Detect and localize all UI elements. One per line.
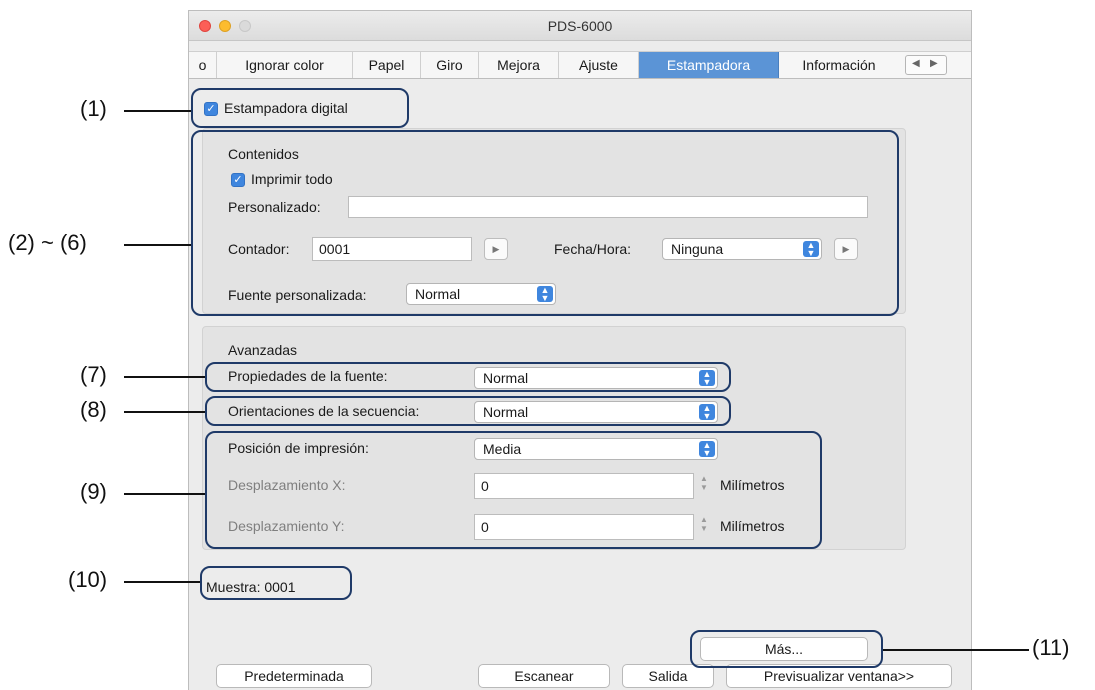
- leader-line-2-6: [124, 244, 191, 246]
- leader-line-9: [124, 493, 205, 495]
- callout-8: [205, 396, 731, 426]
- callout-9: [205, 431, 822, 549]
- annotation-2-6: (2) ~ (6): [8, 230, 87, 255]
- leader-line-11: [883, 649, 1029, 651]
- leader-line-7: [124, 376, 205, 378]
- annotation-8: (8): [80, 397, 107, 422]
- tab-imprinter[interactable]: Estampadora: [639, 52, 779, 78]
- default-button[interactable]: Predeterminada: [216, 664, 372, 688]
- scan-button[interactable]: Escanear: [478, 664, 610, 688]
- title-bar: PDS-6000: [189, 11, 971, 41]
- callout-1: [191, 88, 409, 128]
- callout-2-6: [191, 130, 899, 316]
- annotation-1: (1): [80, 96, 107, 121]
- annotation-7: (7): [80, 362, 107, 387]
- tab-scroll-control: ◀ ▶: [905, 55, 947, 75]
- tab-paper[interactable]: Papel: [353, 52, 421, 78]
- annotation-9: (9): [80, 479, 107, 504]
- window-title: PDS-6000: [547, 18, 613, 34]
- tab-adjustment[interactable]: Ajuste: [559, 52, 639, 78]
- leader-line-8: [124, 411, 205, 413]
- annotation-11: (11): [1032, 635, 1070, 660]
- advanced-heading: Avanzadas: [228, 342, 298, 358]
- tab-information[interactable]: Información: [779, 52, 899, 78]
- callout-7: [205, 362, 731, 392]
- callout-11: [690, 630, 883, 668]
- callout-10: [200, 566, 352, 600]
- tab-ignore-color[interactable]: Ignorar color: [217, 52, 353, 78]
- tab-rotation[interactable]: Giro: [421, 52, 479, 78]
- leader-line-1: [124, 110, 191, 112]
- annotation-10: (10): [68, 567, 108, 592]
- leader-line-10: [124, 581, 200, 583]
- tab-clipped[interactable]: o: [189, 52, 217, 78]
- scroll-right-icon[interactable]: ▶: [930, 58, 938, 69]
- tab-bar: o Ignorar color Papel Giro Mejora Ajuste…: [189, 51, 971, 79]
- tab-enhancement[interactable]: Mejora: [479, 52, 559, 78]
- scroll-left-icon[interactable]: ◀: [912, 58, 920, 69]
